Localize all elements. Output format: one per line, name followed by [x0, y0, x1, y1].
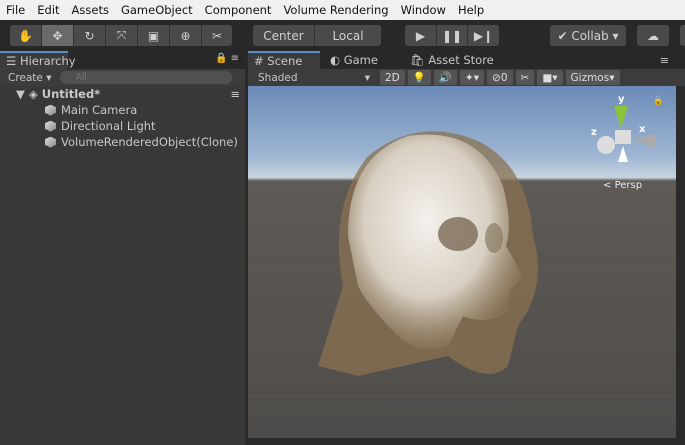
gameobject-icon: [45, 120, 56, 132]
pivot-center-button[interactable]: Center: [253, 25, 315, 46]
unity-icon: ◈: [28, 87, 38, 101]
gizmo-y-label: y: [618, 94, 625, 105]
2d-toggle[interactable]: 2D: [380, 70, 405, 85]
menu-file[interactable]: File: [0, 3, 31, 17]
cloud-icon[interactable]: ☁: [637, 25, 669, 46]
shading-label: Shaded: [258, 71, 298, 84]
local-label: Local: [332, 28, 364, 43]
rect-icon[interactable]: ▣: [138, 25, 170, 46]
rotate-icon[interactable]: ↻: [74, 25, 106, 46]
x-axis-cone[interactable]: [633, 134, 655, 148]
lock-menu-icon[interactable]: 🔒 ≡: [215, 53, 239, 64]
scene-tab-label: Scene: [267, 54, 303, 68]
hierarchy-toolbar: Create ▾: [0, 69, 245, 86]
pivot-local-button[interactable]: Local: [315, 25, 381, 46]
collab-button[interactable]: ✔ Collab ▾: [550, 25, 626, 46]
create-button[interactable]: Create ▾: [8, 72, 52, 84]
list-item[interactable]: VolumeRenderedObject(Clone): [45, 134, 238, 150]
hierarchy-header: ☰ Hierarchy 🔒 ≡: [0, 51, 245, 69]
item-label: VolumeRenderedObject(Clone): [61, 135, 238, 149]
gizmo-center-cube[interactable]: [615, 130, 631, 144]
pause-icon[interactable]: ❚❚: [437, 25, 468, 46]
tools-icon[interactable]: ✂: [515, 70, 535, 85]
tab-game[interactable]: ◐ Game: [324, 51, 384, 69]
hierarchy-panel: ▼ ◈ Untitled* ≡ Main Camera Directional L…: [0, 86, 245, 445]
projection-label[interactable]: < Persp: [603, 180, 642, 191]
tab-asset-store[interactable]: 🛍 Asset Store: [404, 51, 500, 69]
tab-hierarchy[interactable]: ☰ Hierarchy: [0, 51, 76, 69]
scene-viewport[interactable]: y z x < Persp 🔒: [248, 86, 676, 438]
collab-label: Collab: [571, 28, 609, 43]
move-icon[interactable]: ✥: [42, 25, 74, 46]
gizmos-label: Gizmos: [570, 71, 610, 84]
step-icon[interactable]: ▶❙: [468, 25, 499, 46]
hierarchy-title: Hierarchy: [19, 54, 76, 68]
menu-volume-rendering[interactable]: Volume Rendering: [277, 3, 394, 17]
camera-icon[interactable]: ■▾: [537, 70, 563, 85]
menu-bar: File Edit Assets GameObject Component Vo…: [0, 0, 685, 20]
account-button[interactable]: [680, 25, 685, 46]
game-tab-label: Game: [343, 53, 378, 67]
effects-icon[interactable]: ✦▾: [459, 70, 484, 85]
audio-icon[interactable]: 🔊: [433, 70, 457, 85]
menu-component[interactable]: Component: [199, 3, 278, 17]
hidden-objects-toggle[interactable]: ⊘ 0: [487, 70, 513, 85]
menu-gameobject[interactable]: GameObject: [115, 3, 199, 17]
orientation-gizmo[interactable]: y z x < Persp: [591, 94, 661, 191]
gameobject-icon: [45, 136, 56, 148]
eye-socket: [438, 217, 478, 251]
persp-text: Persp: [614, 180, 643, 191]
menu-assets[interactable]: Assets: [66, 3, 115, 17]
scene-menu-icon[interactable]: ≡: [230, 87, 240, 101]
list-item[interactable]: Main Camera: [45, 102, 137, 118]
scene-name: Untitled*: [41, 87, 101, 101]
gameobject-icon: [45, 104, 56, 116]
tab-scene[interactable]: # Scene: [248, 51, 320, 69]
scale-icon[interactable]: ⤧: [106, 25, 138, 46]
panel-menu-icon[interactable]: ≡: [660, 54, 669, 67]
scene-header: # Scene ◐ Game 🛍 Asset Store ≡: [248, 51, 685, 69]
play-icon[interactable]: ▶: [405, 25, 437, 46]
item-label: Directional Light: [61, 119, 156, 133]
menu-help[interactable]: Help: [452, 3, 490, 17]
list-item[interactable]: Directional Light: [45, 118, 156, 134]
lighting-icon[interactable]: 💡: [407, 70, 431, 85]
shading-dropdown[interactable]: Shaded ▾: [258, 72, 370, 84]
hidden-count: 0: [500, 71, 508, 84]
eye-socket: [485, 223, 503, 253]
menu-edit[interactable]: Edit: [31, 3, 65, 17]
transform-icon[interactable]: ⊕: [170, 25, 202, 46]
2d-label: 2D: [385, 71, 400, 84]
lock-icon[interactable]: 🔒: [653, 96, 664, 106]
create-label: Create: [8, 71, 43, 84]
scene-row[interactable]: ▼ ◈ Untitled* ≡: [16, 86, 244, 102]
scene-toolbar: Shaded ▾ 2D 💡 🔊 ✦▾ ⊘ 0 ✂ ■▾ Gizmos ▾: [248, 69, 685, 86]
search-input[interactable]: [59, 71, 232, 84]
menu-window[interactable]: Window: [395, 3, 452, 17]
custom-tool-icon[interactable]: ✂: [202, 25, 232, 46]
asset-store-tab-label: Asset Store: [428, 53, 494, 67]
hand-icon[interactable]: ✋: [10, 25, 42, 46]
z-axis-cone[interactable]: [597, 136, 615, 154]
neg-y-cone[interactable]: [618, 146, 628, 162]
tool-group: ✋ ✥ ↻ ⤧ ▣ ⊕ ✂: [10, 25, 232, 46]
gizmo-x-label: x: [639, 124, 646, 135]
gizmo-z-label: z: [591, 127, 597, 138]
center-label: Center: [263, 28, 304, 43]
item-label: Main Camera: [61, 103, 138, 117]
toolbar: ✋ ✥ ↻ ⤧ ▣ ⊕ ✂ Center Local ▶ ❚❚ ▶❙ ✔ Col…: [0, 20, 685, 51]
y-axis-cone[interactable]: [614, 106, 628, 128]
gizmos-dropdown[interactable]: Gizmos ▾: [565, 70, 620, 85]
